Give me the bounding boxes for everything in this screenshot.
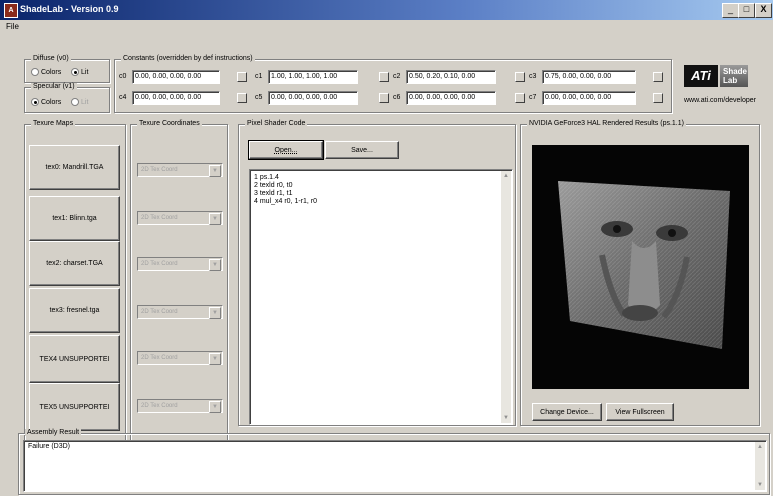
menu-bar: File [0, 20, 773, 34]
open-button[interactable]: Open... [248, 140, 324, 160]
scroll-up-icon[interactable]: ▲ [755, 442, 765, 452]
c3-input[interactable]: 0.75, 0.00, 0.00, 0.00 [542, 70, 636, 84]
assembly-result-output[interactable]: Failure (D3D) ▲ ▼ [23, 440, 767, 492]
code-line: 1 ps.1.4 [254, 174, 279, 181]
tex5-button[interactable]: TEX5 UNSUPPORTEI [29, 383, 120, 431]
c3-label: c3 [529, 73, 537, 80]
constants-group-label: Constants (overridden by def instruction… [121, 55, 255, 62]
assembly-result-text: Failure (D3D) [28, 443, 71, 450]
shadelab-logo: ATi Shade Lab www.ati.com/developer [678, 60, 770, 110]
radio-icon [71, 98, 79, 106]
tex4-coord-select[interactable]: 2D Tex Coord ▼ [137, 351, 223, 365]
c5-label: c5 [255, 94, 263, 101]
c6-color-button[interactable] [515, 93, 525, 103]
dropdown-arrow-icon: ▼ [209, 307, 221, 319]
tex0-coord-select[interactable]: 2D Tex Coord ▼ [137, 163, 223, 177]
code-line: 4 mul_x4 r0, 1-r1, r0 [254, 198, 318, 205]
shader-code-editor[interactable]: 1 ps.1.4 2 texld r0, t0 3 texld r1, t1 4… [249, 169, 513, 425]
tex2-coord-select[interactable]: 2D Tex Coord ▼ [137, 257, 223, 271]
dropdown-arrow-icon: ▼ [209, 401, 221, 413]
rendered-mandrill-image [558, 181, 730, 349]
tex5-coord-select[interactable]: 2D Tex Coord ▼ [137, 399, 223, 413]
scroll-up-icon[interactable]: ▲ [501, 171, 511, 181]
dropdown-arrow-icon: ▼ [209, 353, 221, 365]
c2-input[interactable]: 0.50, 0.20, 0.10, 0.00 [406, 70, 496, 84]
dropdown-arrow-icon: ▼ [209, 165, 221, 177]
c4-input[interactable]: 0.00, 0.00, 0.00, 0.00 [132, 91, 220, 105]
code-line: 3 texld r1, t1 [254, 190, 293, 197]
c5-input[interactable]: 0.00, 0.00, 0.00, 0.00 [268, 91, 358, 105]
close-button[interactable]: X [755, 3, 772, 18]
tex3-coord-select[interactable]: 2D Tex Coord ▼ [137, 305, 223, 319]
c7-label: c7 [529, 94, 537, 101]
c1-input[interactable]: 1.00, 1.00, 1.00, 1.00 [268, 70, 358, 84]
assembly-result-group: Assembly Result Failure (D3D) ▲ ▼ [18, 429, 770, 495]
radio-selected-icon [71, 68, 79, 76]
diffuse-colors-radio[interactable]: Colors [31, 68, 61, 76]
radio-selected-icon [31, 98, 39, 106]
tex1-button[interactable]: tex1: Blinn.tga [29, 196, 120, 241]
c4-color-button[interactable] [237, 93, 247, 103]
dropdown-arrow-icon: ▼ [209, 213, 221, 225]
c7-color-button[interactable] [653, 93, 663, 103]
c5-color-button[interactable] [379, 93, 389, 103]
c6-input[interactable]: 0.00, 0.00, 0.00, 0.00 [406, 91, 496, 105]
texture-maps-label: Texure Maps [31, 120, 76, 127]
shader-code-label: Pixel Shader Code [245, 120, 308, 127]
c1-label: c1 [255, 73, 263, 80]
c4-label: c4 [119, 94, 127, 101]
specular-group: Specular (v1) Colors Lit [24, 83, 110, 113]
code-line: 2 texld r0, t0 [254, 182, 293, 189]
change-device-button[interactable]: Change Device... [532, 403, 602, 421]
shade-lab-logo-icon: Shade Lab [720, 65, 748, 87]
c2-label: c2 [393, 73, 401, 80]
c3-color-button[interactable] [653, 72, 663, 82]
c6-label: c6 [393, 94, 401, 101]
c2-color-button[interactable] [515, 72, 525, 82]
shader-code-group: Pixel Shader Code Open... Save... 1 ps.1… [238, 120, 516, 426]
tex4-button[interactable]: TEX4 UNSUPPORTEI [29, 335, 120, 383]
diffuse-group: Diffuse (v0) Colors Lit [24, 55, 110, 83]
window-title: ShadeLab - Version 0.9 [20, 4, 119, 14]
constants-group: Constants (overridden by def instruction… [114, 55, 672, 113]
minimize-button[interactable]: _ [722, 3, 739, 18]
radio-icon [31, 68, 39, 76]
specular-colors-radio[interactable]: Colors [31, 98, 61, 106]
assembly-result-label: Assembly Result [25, 429, 82, 436]
render-group: NVIDIA GeForce3 HAL Rendered Results (ps… [520, 120, 760, 426]
tex2-button[interactable]: tex2: charset.TGA [29, 241, 120, 286]
view-fullscreen-button[interactable]: View Fullscreen [606, 403, 674, 421]
developer-url[interactable]: www.ati.com/developer [684, 97, 756, 104]
dropdown-arrow-icon: ▼ [209, 259, 221, 271]
title-bar: A ShadeLab - Version 0.9 _ □ X [0, 0, 773, 20]
tex1-coord-select[interactable]: 2D Tex Coord ▼ [137, 211, 223, 225]
assembly-scrollbar[interactable]: ▲ ▼ [755, 442, 765, 490]
c7-input[interactable]: 0.00, 0.00, 0.00, 0.00 [542, 91, 636, 105]
render-viewport[interactable] [532, 145, 749, 389]
c0-label: c0 [119, 73, 127, 80]
texture-coords-label: Texure Coordinates [137, 120, 202, 127]
tex3-button[interactable]: tex3: fresnel.tga [29, 288, 120, 333]
specular-lit-radio[interactable]: Lit [71, 98, 88, 106]
scroll-down-icon[interactable]: ▼ [755, 480, 765, 490]
menu-file[interactable]: File [6, 22, 19, 31]
c0-input[interactable]: 0.00, 0.00, 0.00, 0.00 [132, 70, 220, 84]
texture-coords-group: Texure Coordinates 2D Tex Coord ▼ 2D Tex … [130, 120, 228, 443]
scroll-down-icon[interactable]: ▼ [501, 413, 511, 423]
c0-color-button[interactable] [237, 72, 247, 82]
code-scrollbar[interactable]: ▲ ▼ [501, 171, 511, 423]
texture-maps-group: Texure Maps tex0: Mandrill.TGA tex1: Bli… [24, 120, 126, 443]
ati-logo-icon: ATi [684, 65, 718, 87]
diffuse-lit-radio[interactable]: Lit [71, 68, 88, 76]
save-button[interactable]: Save... [325, 141, 399, 159]
app-icon[interactable]: A [4, 3, 18, 18]
render-group-label: NVIDIA GeForce3 HAL Rendered Results (ps… [527, 120, 686, 127]
tex0-button[interactable]: tex0: Mandrill.TGA [29, 145, 120, 190]
maximize-button[interactable]: □ [738, 3, 755, 18]
c1-color-button[interactable] [379, 72, 389, 82]
specular-group-label: Specular (v1) [31, 83, 77, 90]
diffuse-group-label: Diffuse (v0) [31, 55, 71, 62]
